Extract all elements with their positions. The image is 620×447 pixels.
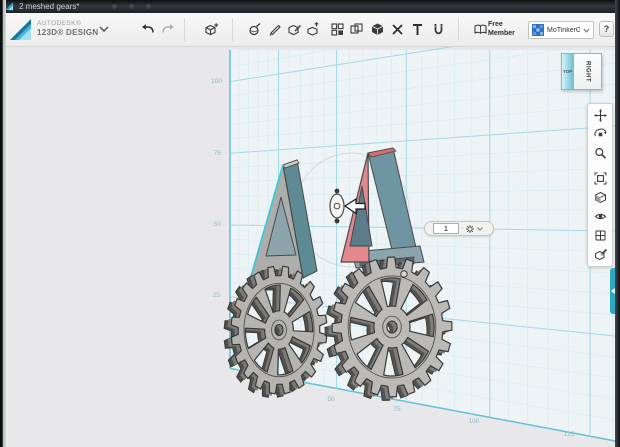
brand-autodesk: AUTODESK® xyxy=(37,20,82,27)
navigation-toolbar xyxy=(587,103,613,267)
view-cube-top-face[interactable]: TOP xyxy=(562,54,574,89)
pivot-hole xyxy=(400,270,408,278)
pattern-icon xyxy=(330,22,344,36)
grouping-icon xyxy=(349,22,363,34)
account-dropdown[interactable]: MoTinkerGN xyxy=(528,21,594,39)
visibility-button[interactable] xyxy=(588,207,612,226)
left-gear[interactable] xyxy=(223,265,328,398)
transform-value-pill: · xyxy=(424,221,494,236)
avatar xyxy=(532,24,544,36)
text-icon xyxy=(412,23,422,35)
magnifier-icon xyxy=(594,147,606,159)
rotation-angle-input[interactable] xyxy=(433,223,459,234)
pan-icon xyxy=(593,109,607,122)
undo-icon xyxy=(141,23,154,33)
window-border-right xyxy=(615,0,620,447)
tool-delete-button[interactable] xyxy=(387,19,407,39)
h-axis-label: 125 xyxy=(564,431,575,438)
window-titlebar[interactable]: 2 meshed gears* xyxy=(0,0,620,13)
view-cube-right-face[interactable]: RIGHT xyxy=(574,54,601,89)
titlebar-dots xyxy=(112,4,151,9)
view-cube[interactable]: TOP RIGHT xyxy=(561,53,602,90)
material-button[interactable] xyxy=(588,245,612,264)
app-window: 2 meshed gears* AUTODESK® 123D® DESIGN F… xyxy=(0,0,620,447)
toolbar-separator xyxy=(184,18,185,41)
membership-line1: Free xyxy=(488,21,503,28)
grid-settings-button[interactable] xyxy=(588,226,612,245)
window-border-left xyxy=(0,0,6,447)
chevron-down-icon xyxy=(99,26,109,32)
brand-123d-design: 123D® DESIGN xyxy=(37,28,99,37)
orbit-button[interactable] xyxy=(588,125,612,144)
library-book-icon xyxy=(473,24,487,34)
window-title: 2 meshed gears* xyxy=(19,2,80,11)
membership-line2: Member xyxy=(488,30,515,37)
h-axis-label: 100 xyxy=(469,418,480,425)
main-menu-dropdown-button[interactable] xyxy=(94,19,114,39)
eye-icon xyxy=(594,213,606,220)
orbit-icon xyxy=(593,128,606,137)
material-brush-icon xyxy=(594,248,607,261)
sketch-icon xyxy=(269,24,281,36)
help-button[interactable]: ? xyxy=(599,21,614,37)
toolbar-separator xyxy=(232,18,233,41)
viewport-canvas[interactable]: 100 75 50 25 50 75 100 125 · TOP RIGHT xyxy=(0,47,620,447)
view-cube-top-label: TOP xyxy=(562,69,573,74)
h-axis-label: 50 xyxy=(327,396,335,403)
chevron-down-icon[interactable] xyxy=(477,226,484,231)
shading-mode-button[interactable] xyxy=(588,188,612,207)
tool-transform-button[interactable] xyxy=(201,19,221,39)
app-icon xyxy=(5,2,14,11)
grid-icon xyxy=(595,230,605,241)
tool-sketch-button[interactable] xyxy=(264,19,284,39)
library-button[interactable] xyxy=(470,19,490,39)
h-axis-label: 75 xyxy=(393,406,401,413)
app-logo-123d xyxy=(10,19,31,40)
fit-icon xyxy=(594,172,606,185)
construct-icon xyxy=(287,24,301,35)
toolbar-separator xyxy=(458,18,459,41)
v-axis-label: 25 xyxy=(213,292,221,299)
undo-button[interactable] xyxy=(138,19,158,39)
modify-icon xyxy=(306,21,319,36)
redo-button[interactable] xyxy=(157,19,177,39)
tool-primitives-button[interactable] xyxy=(244,19,264,39)
tool-snap-button[interactable] xyxy=(428,19,448,39)
delete-x-icon xyxy=(391,23,403,35)
shaded-cube-icon xyxy=(594,191,606,204)
tool-combine-button[interactable] xyxy=(367,19,387,39)
combine-icon xyxy=(371,23,383,35)
tool-grouping-button[interactable] xyxy=(346,19,366,39)
tool-pattern-button[interactable] xyxy=(327,19,347,39)
zoom-button[interactable] xyxy=(588,144,612,163)
v-axis-label: 50 xyxy=(214,221,222,228)
transform-icon xyxy=(204,22,218,35)
tool-construct-button[interactable] xyxy=(284,19,304,39)
v-axis-label: 75 xyxy=(214,150,222,157)
brand-text: AUTODESK® 123D® DESIGN xyxy=(37,19,99,37)
redo-icon xyxy=(161,23,174,33)
account-username: MoTinkerGN xyxy=(547,26,580,34)
tool-text-button[interactable] xyxy=(407,19,427,39)
main-toolbar: AUTODESK® 123D® DESIGN Free Member MoTin… xyxy=(0,13,620,47)
primitives-icon xyxy=(248,22,260,35)
chevron-down-icon xyxy=(583,28,590,33)
tool-modify-button[interactable] xyxy=(303,19,323,39)
dot-separator: · xyxy=(461,225,464,232)
pan-button[interactable] xyxy=(588,106,612,125)
fit-view-button[interactable] xyxy=(588,169,612,188)
scene-3d: 100 75 50 25 50 75 100 125 xyxy=(211,47,620,443)
gear-settings-icon[interactable] xyxy=(465,224,475,234)
view-cube-right-label: RIGHT xyxy=(584,60,591,83)
snap-magnet-icon xyxy=(433,23,443,34)
membership-status: Free Member xyxy=(488,20,528,38)
v-axis-label: 100 xyxy=(211,78,222,85)
